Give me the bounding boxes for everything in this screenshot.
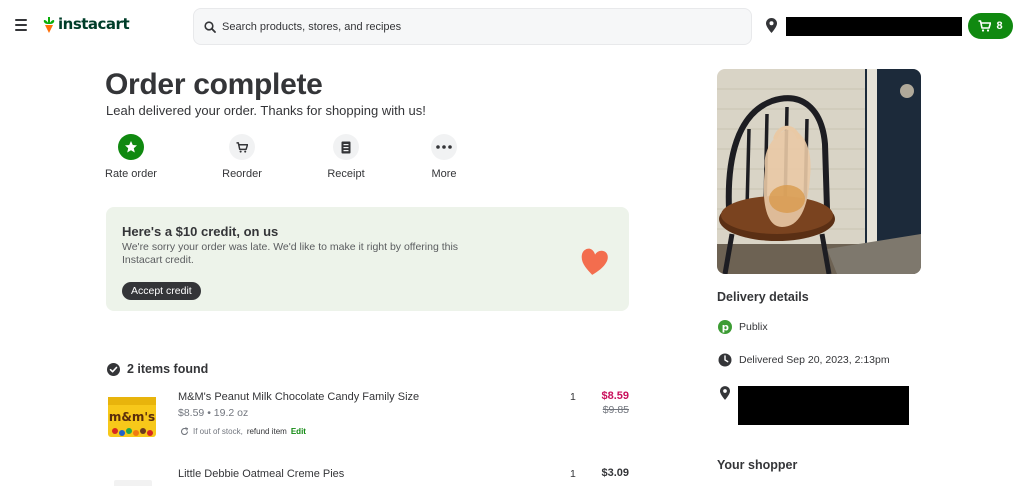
accept-credit-button[interactable]: Accept credit: [122, 282, 201, 300]
item-price: $8.59: [601, 390, 629, 402]
item-original-price: $9.85: [602, 404, 629, 416]
delivered-row: Delivered Sep 20, 2023, 2:13pm: [718, 353, 890, 367]
page-title: Order complete: [105, 68, 323, 101]
more-button[interactable]: More: [414, 134, 474, 180]
item-name[interactable]: M&M's Peanut Milk Chocolate Candy Family…: [178, 391, 419, 403]
delivered-time: Delivered Sep 20, 2023, 2:13pm: [739, 354, 890, 366]
search-icon: [204, 20, 216, 33]
item-price: $3.09: [601, 467, 629, 479]
items-found-label: 2 items found: [127, 362, 209, 376]
svg-text:m&m's: m&m's: [109, 410, 155, 424]
location-pin-icon[interactable]: [766, 18, 777, 33]
credit-body: We're sorry your order was late. We'd li…: [122, 241, 459, 266]
edit-oos-link[interactable]: Edit: [291, 427, 306, 436]
items-found-heading: 2 items found: [107, 362, 208, 376]
your-shopper-title: Your shopper: [717, 458, 798, 472]
store-row: p Publix: [718, 320, 768, 334]
location-pin-icon: [720, 386, 730, 400]
carrot-icon: [43, 17, 55, 33]
receipt-button[interactable]: Receipt: [316, 134, 376, 180]
out-of-stock-preference: If out of stock, refund item Edit: [180, 427, 306, 436]
redacted-delivery-address: [738, 386, 909, 425]
reorder-label: Reorder: [222, 168, 262, 180]
reorder-button[interactable]: Reorder: [212, 134, 272, 180]
rate-order-button[interactable]: Rate order: [101, 134, 161, 180]
order-subtitle: Leah delivered your order. Thanks for sh…: [106, 103, 426, 118]
item-name[interactable]: Little Debbie Oatmeal Creme Pies: [178, 468, 344, 480]
oos-prefix: If out of stock,: [193, 427, 243, 436]
product-image[interactable]: [106, 476, 158, 486]
item-quantity: 1: [570, 468, 576, 480]
receipt-label: Receipt: [327, 168, 365, 180]
publix-logo-icon: p: [718, 320, 732, 334]
logo-text: instacart: [58, 15, 130, 33]
check-circle-icon: [107, 362, 120, 376]
cart-icon: [978, 20, 992, 32]
oos-action: refund item: [246, 427, 287, 436]
menu-icon[interactable]: [15, 19, 27, 31]
heart-icon: [581, 248, 608, 275]
clock-icon: [718, 353, 732, 367]
more-label: More: [431, 168, 457, 180]
cart-icon: [229, 134, 255, 160]
cart-button[interactable]: 8: [968, 13, 1013, 39]
instacart-logo[interactable]: instacart: [42, 15, 130, 33]
more-icon: [431, 134, 457, 160]
receipt-icon: [333, 134, 359, 160]
credit-title: Here's a $10 credit, on us: [122, 224, 279, 239]
redacted-address[interactable]: [786, 17, 962, 36]
svg-text:p: p: [722, 323, 729, 334]
cart-count: 8: [996, 20, 1003, 32]
item-quantity: 1: [570, 391, 576, 403]
search-input[interactable]: Search products, stores, and recipes: [193, 8, 752, 45]
search-placeholder: Search products, stores, and recipes: [222, 20, 402, 33]
star-icon: [118, 134, 144, 160]
item-meta: $8.59 • 19.2 oz: [178, 407, 249, 419]
delivery-details-title: Delivery details: [717, 290, 809, 304]
store-name: Publix: [739, 321, 768, 333]
product-image[interactable]: m&m's: [106, 391, 158, 443]
top-bar: instacart Search products, stores, and r…: [0, 0, 1024, 52]
credit-offer-card: Here's a $10 credit, on us We're sorry y…: [106, 207, 629, 311]
delivery-photo[interactable]: [717, 69, 921, 274]
rate-order-label: Rate order: [105, 168, 157, 180]
refresh-icon: [180, 427, 189, 435]
